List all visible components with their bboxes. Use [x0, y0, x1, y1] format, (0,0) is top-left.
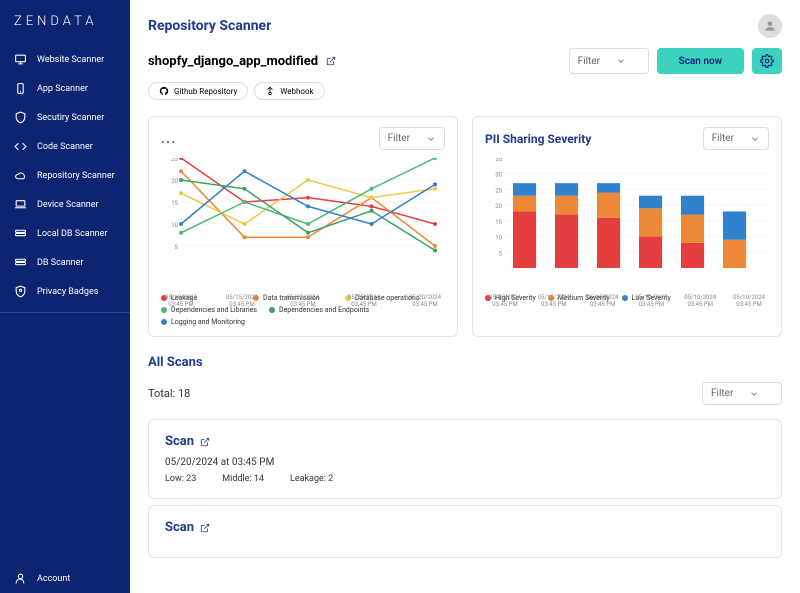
sidebar-item-3[interactable]: Code Scanner [0, 132, 130, 161]
sidebar-item-label: Website Scanner [37, 55, 104, 65]
legend-item: Logging and Monitoring [161, 318, 245, 326]
avatar-icon [763, 19, 777, 33]
page-title: Repository Scanner [148, 18, 271, 34]
sidebar-item-label: Code Scanner [37, 142, 93, 152]
sidebar-account-label: Account [37, 574, 70, 584]
shield-icon [14, 111, 27, 124]
filter-select-chart2[interactable]: Filter [703, 127, 769, 150]
filter-select-chart1[interactable]: Filter [379, 127, 445, 150]
main-content: Repository Scanner shopfy_django_app_mod… [130, 0, 800, 593]
sidebar-item-label: Secutiry Scanner [37, 113, 104, 123]
svg-text:25: 25 [171, 158, 178, 163]
sidebar-item-label: Privacy Badges [37, 287, 98, 297]
chip-0[interactable]: Github Repository [148, 82, 248, 100]
gear-icon [760, 54, 774, 68]
bar-chart: 353025201510505/10/202403:45 PM05/10/202… [485, 158, 769, 288]
sidebar-item-2[interactable]: Secutiry Scanner [0, 103, 130, 132]
svg-text:35: 35 [495, 158, 502, 163]
svg-text:25: 25 [495, 187, 502, 194]
db-icon [14, 227, 27, 240]
line-chart: 25201510505/10/202403:45 PM05/15/202403:… [161, 158, 445, 288]
brand-logo: ZENDATA [0, 14, 130, 45]
scan-title: Scan [165, 434, 194, 449]
chevron-down-icon [749, 389, 759, 399]
chevron-down-icon [426, 134, 436, 144]
repo-name: shopfy_django_app_modified [148, 54, 318, 69]
all-scans-title: All Scans [148, 355, 782, 370]
nav-divider [0, 312, 130, 313]
svg-text:20: 20 [171, 178, 178, 185]
scan-date: 05/20/2024 at 03:45 PM [165, 457, 765, 468]
svg-text:5: 5 [175, 244, 179, 251]
svg-text:5: 5 [499, 250, 503, 257]
chart-card-1: ... Filter 25201510505/10/202403:45 PM05… [148, 116, 458, 337]
cloud-icon [14, 169, 27, 182]
external-link-icon[interactable] [326, 56, 336, 66]
sidebar-item-8[interactable]: Privacy Badges [0, 277, 130, 306]
scan-card[interactable]: Scan 05/20/2024 at 03:45 PM Low: 23 Middle:… [148, 419, 782, 499]
code-icon [14, 140, 27, 153]
chip-1[interactable]: Webhook [254, 82, 324, 100]
sidebar-item-label: Local DB Scanner [37, 229, 107, 239]
sidebar-item-0[interactable]: Website Scanner [0, 45, 130, 74]
sidebar-item-4[interactable]: Repository Scanner [0, 161, 130, 190]
scan-card[interactable]: Scan [148, 505, 782, 558]
svg-text:15: 15 [171, 200, 178, 207]
sidebar-item-7[interactable]: DB Scanner [0, 248, 130, 277]
db-icon [14, 256, 27, 269]
sidebar: ZENDATA Website Scanner App Scanner Secuti… [0, 0, 130, 593]
phone-icon [14, 82, 27, 95]
svg-text:10: 10 [495, 235, 502, 242]
external-link-icon[interactable] [200, 523, 210, 533]
sidebar-item-label: Device Scanner [37, 200, 99, 210]
filter-select-scans[interactable]: Filter [702, 382, 782, 405]
chevron-down-icon [616, 56, 626, 66]
sidebar-item-1[interactable]: App Scanner [0, 74, 130, 103]
laptop-icon [14, 198, 27, 211]
total-count: Total: 18 [148, 387, 190, 400]
chart2-title: PII Sharing Severity [485, 132, 591, 146]
monitor-icon [14, 53, 27, 66]
sidebar-item-label: App Scanner [37, 84, 88, 94]
avatar[interactable] [758, 14, 782, 38]
chart-menu-icon[interactable]: ... [161, 131, 176, 147]
chevron-down-icon [750, 134, 760, 144]
badge-icon [14, 285, 27, 298]
scan-now-button[interactable]: Scan now [657, 48, 744, 74]
scan-leakage: Leakage: 2 [290, 474, 333, 484]
svg-text:20: 20 [495, 203, 502, 210]
svg-text:30: 30 [495, 172, 502, 179]
svg-text:10: 10 [171, 222, 178, 229]
svg-text:15: 15 [495, 219, 502, 226]
chart-card-2: PII Sharing Severity Filter 35 30 25 20 15 10… [472, 116, 782, 337]
sidebar-item-label: DB Scanner [37, 258, 83, 268]
scan-low: Low: 23 [165, 474, 196, 484]
filter-select-top[interactable]: Filter [569, 48, 649, 74]
scan-title: Scan [165, 520, 194, 535]
sidebar-item-label: Repository Scanner [37, 171, 115, 181]
settings-button[interactable] [752, 48, 782, 74]
sidebar-item-6[interactable]: Local DB Scanner [0, 219, 130, 248]
external-link-icon[interactable] [200, 437, 210, 447]
filter-label: Filter [578, 56, 600, 67]
scan-middle: Middle: 14 [222, 474, 264, 484]
sidebar-item-account[interactable]: Account [0, 564, 130, 593]
user-icon [14, 572, 27, 585]
sidebar-item-5[interactable]: Device Scanner [0, 190, 130, 219]
